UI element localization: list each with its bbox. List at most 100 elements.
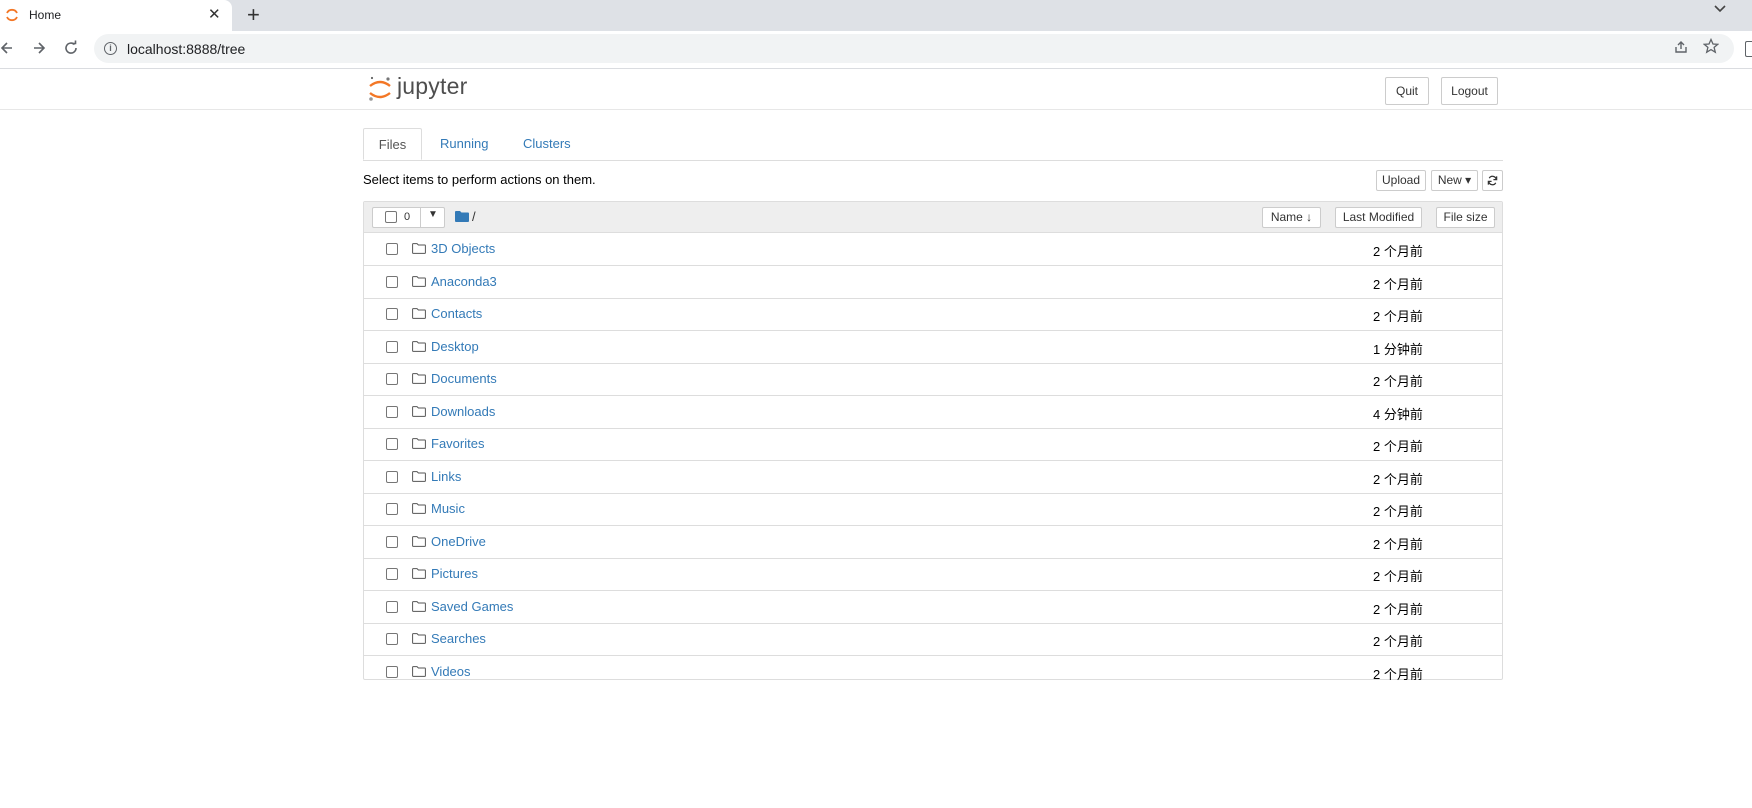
item-name-link[interactable]: Links: [431, 469, 461, 484]
new-tab-icon[interactable]: +: [247, 3, 260, 27]
folder-icon: [412, 535, 426, 547]
item-checkbox[interactable]: [386, 665, 398, 678]
sort-by-last-modified-button[interactable]: Last Modified: [1335, 207, 1422, 228]
item-checkbox[interactable]: [386, 633, 398, 645]
item-name-link[interactable]: Searches: [431, 631, 486, 646]
item-checkbox[interactable]: [386, 600, 398, 613]
reload-icon[interactable]: [63, 40, 79, 56]
item-checkbox[interactable]: [386, 243, 398, 255]
file-list-item[interactable]: Downloads 4 分钟前: [364, 396, 1502, 429]
bookmark-star-icon[interactable]: [1703, 38, 1719, 54]
folder-filled-icon[interactable]: [455, 211, 469, 222]
breadcrumb-path[interactable]: /: [472, 209, 476, 224]
item-name-link[interactable]: 3D Objects: [431, 241, 495, 256]
back-arrow-icon[interactable]: [0, 40, 14, 56]
item-name-link[interactable]: Documents: [431, 371, 497, 386]
file-list-item[interactable]: Music 2 个月前: [364, 493, 1502, 526]
jupyter-favicon-icon: [6, 8, 18, 22]
forward-arrow-icon[interactable]: [32, 40, 46, 56]
folder-icon: [412, 405, 426, 417]
caret-down-icon[interactable]: ▼: [428, 209, 438, 220]
select-all-checkbox[interactable]: [385, 211, 397, 223]
browser-tab-home[interactable]: Home ✕: [0, 0, 232, 31]
file-list-item[interactable]: Searches 2 个月前: [364, 623, 1502, 656]
tab-running[interactable]: Running: [440, 128, 488, 160]
folder-icon: [412, 438, 426, 449]
upload-button[interactable]: Upload: [1376, 170, 1426, 191]
logout-button[interactable]: Logout: [1441, 77, 1498, 105]
site-info-icon[interactable]: i: [104, 42, 117, 55]
item-name-link[interactable]: Desktop: [431, 339, 479, 354]
refresh-icon: [1487, 175, 1498, 186]
item-last-modified: 2 个月前: [1373, 601, 1423, 617]
item-name-link[interactable]: Music: [431, 501, 465, 516]
item-name-link[interactable]: Pictures: [431, 566, 478, 581]
tab-search-chevron-icon[interactable]: [1713, 4, 1727, 14]
item-checkbox[interactable]: [386, 308, 398, 320]
item-checkbox[interactable]: [386, 373, 398, 385]
address-bar[interactable]: i localhost:8888/tree: [94, 34, 1734, 63]
sort-by-name-button[interactable]: Name ↓: [1262, 207, 1321, 228]
quit-button[interactable]: Quit: [1385, 77, 1429, 105]
jupyter-logo-text[interactable]: jupyter: [397, 73, 467, 100]
sort-by-file-size-button[interactable]: File size: [1436, 207, 1495, 228]
file-list-item[interactable]: Videos 2 个月前: [364, 656, 1502, 688]
file-list-item[interactable]: Favorites 2 个月前: [364, 428, 1502, 461]
folder-icon: [412, 633, 426, 644]
browser-toolbar: i localhost:8888/tree: [0, 31, 1752, 69]
url-text[interactable]: localhost:8888/tree: [127, 41, 245, 57]
file-list-item[interactable]: Anaconda3 2 个月前: [364, 266, 1502, 299]
select-all-dropdown[interactable]: 0 ▼: [372, 207, 445, 228]
item-checkbox[interactable]: [386, 503, 398, 515]
file-list: 0 ▼ / Name ↓ Last Modified File size 3D …: [363, 201, 1503, 682]
close-tab-icon[interactable]: ✕: [208, 6, 221, 24]
new-dropdown-button[interactable]: New ▾: [1431, 170, 1478, 191]
item-last-modified: 2 个月前: [1373, 309, 1423, 324]
item-last-modified: 2 个月前: [1373, 666, 1423, 682]
item-checkbox[interactable]: [386, 438, 398, 450]
item-checkbox[interactable]: [386, 405, 398, 418]
folder-icon: [412, 665, 426, 677]
side-panel-icon[interactable]: [1745, 41, 1752, 57]
jupyter-header: jupyter Quit Logout: [0, 69, 1752, 110]
item-checkbox[interactable]: [386, 535, 398, 548]
jupyter-logo-icon[interactable]: [367, 74, 393, 104]
folder-icon: [412, 243, 426, 254]
item-name-link[interactable]: Contacts: [431, 306, 482, 321]
tab-list: Files Running Clusters: [363, 128, 1503, 161]
file-list-item[interactable]: Desktop 1 分钟前: [364, 331, 1502, 364]
file-list-item[interactable]: OneDrive 2 个月前: [364, 526, 1502, 559]
folder-icon: [412, 373, 426, 384]
file-list-item[interactable]: Contacts 2 个月前: [364, 298, 1502, 331]
item-checkbox[interactable]: [386, 470, 398, 483]
browser-tab-bar: Home ✕ +: [0, 0, 1752, 31]
item-last-modified: 2 个月前: [1373, 471, 1423, 487]
item-last-modified: 2 个月前: [1373, 439, 1423, 454]
file-list-item[interactable]: Documents 2 个月前: [364, 363, 1502, 396]
file-list-item[interactable]: Links 2 个月前: [364, 461, 1502, 494]
item-name-link[interactable]: Favorites: [431, 436, 484, 451]
refresh-button[interactable]: [1482, 170, 1503, 191]
folder-icon: [412, 503, 426, 514]
file-list-header: 0 ▼ / Name ↓ Last Modified File size: [364, 202, 1502, 233]
file-list-item[interactable]: Pictures 2 个月前: [364, 558, 1502, 591]
browser-tab-title: Home: [29, 8, 62, 22]
item-name-link[interactable]: Anaconda3: [431, 274, 497, 289]
item-checkbox[interactable]: [386, 275, 398, 288]
item-last-modified: 2 个月前: [1373, 634, 1423, 649]
file-list-item[interactable]: Saved Games 2 个月前: [364, 591, 1502, 624]
file-list-item[interactable]: 3D Objects 2 个月前: [364, 233, 1502, 266]
folder-icon: [412, 470, 426, 482]
item-name-link[interactable]: Downloads: [431, 404, 495, 419]
item-name-link[interactable]: Saved Games: [431, 599, 513, 614]
item-last-modified: 4 分钟前: [1373, 406, 1423, 422]
folder-icon: [412, 600, 426, 612]
item-name-link[interactable]: Videos: [431, 664, 471, 679]
tab-files[interactable]: Files: [363, 128, 422, 160]
item-name-link[interactable]: OneDrive: [431, 534, 486, 549]
item-checkbox[interactable]: [386, 340, 398, 353]
folder-icon: [412, 568, 426, 579]
item-checkbox[interactable]: [386, 568, 398, 580]
share-icon[interactable]: [1674, 40, 1688, 54]
tab-clusters[interactable]: Clusters: [523, 128, 571, 160]
